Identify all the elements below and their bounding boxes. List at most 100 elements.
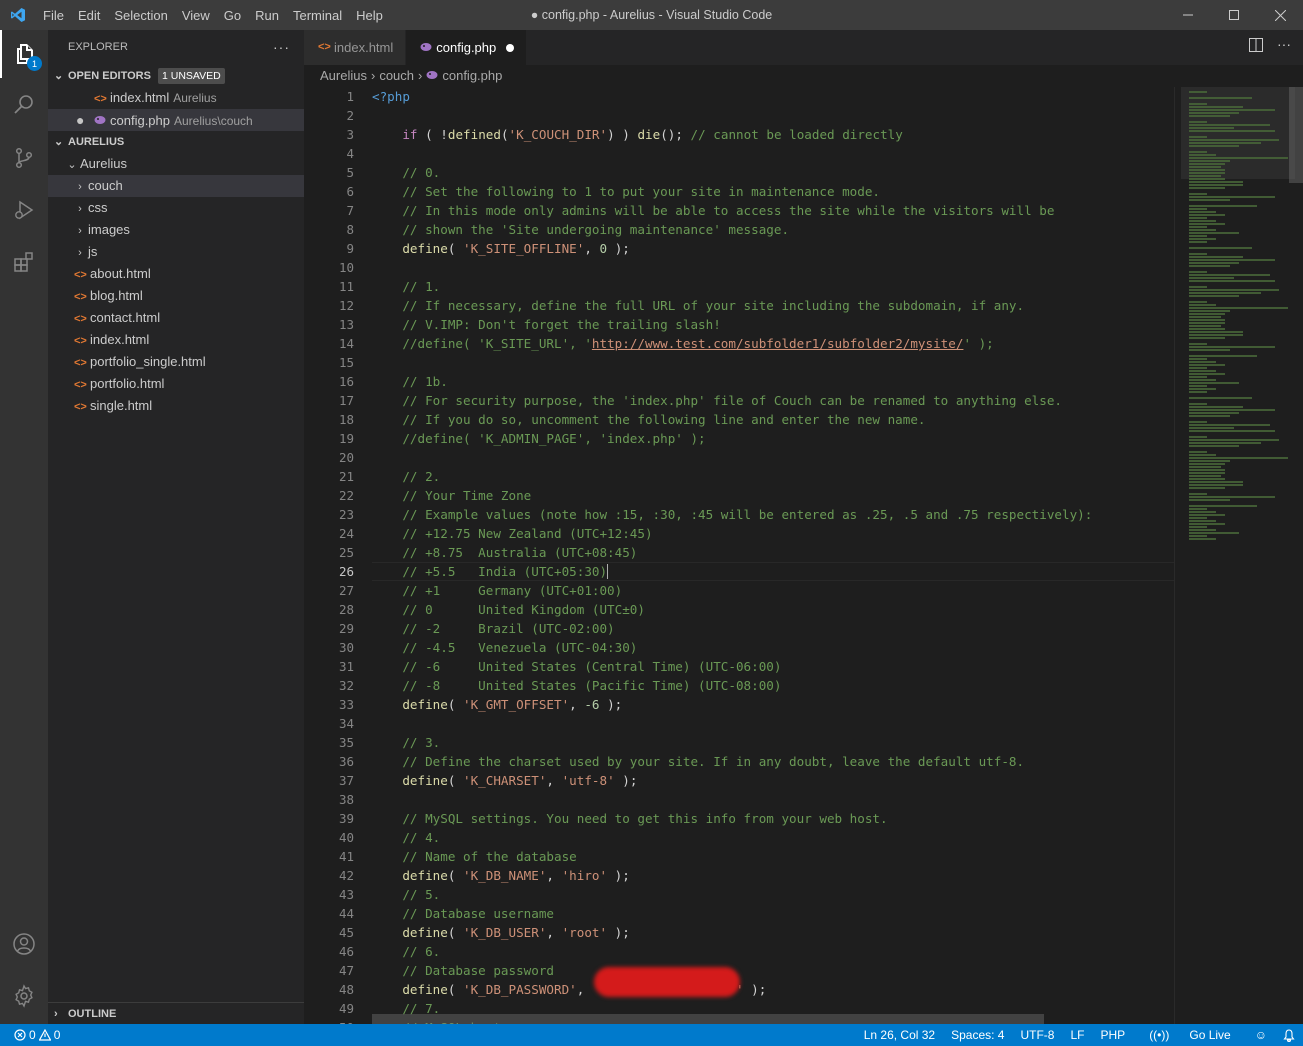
- line-number: 5: [346, 165, 354, 180]
- feedback-icon[interactable]: ☺: [1247, 1024, 1275, 1046]
- menu-go[interactable]: Go: [217, 8, 248, 23]
- line-number: 48: [338, 982, 354, 997]
- notifications-bell-icon[interactable]: [1275, 1024, 1303, 1046]
- html-file-icon: <>: [74, 269, 87, 281]
- run-debug-icon[interactable]: [0, 186, 48, 234]
- minimap-line: [1189, 475, 1221, 477]
- code-text[interactable]: <?php if ( !defined('K_COUCH_DIR') ) die…: [372, 87, 1172, 1024]
- encoding[interactable]: UTF-8: [1012, 1024, 1062, 1046]
- menu-run[interactable]: Run: [248, 8, 286, 23]
- more-actions-icon[interactable]: ···: [273, 30, 290, 65]
- warning-icon: [38, 1029, 51, 1041]
- more-actions-icon[interactable]: ···: [1277, 36, 1291, 52]
- breadcrumb-item[interactable]: Aurelius: [320, 68, 367, 83]
- minimap-line: [1189, 403, 1207, 405]
- tree-folder-js[interactable]: › js: [48, 241, 304, 263]
- tree-file[interactable]: <> blog.html: [48, 285, 304, 307]
- code-line: // 6.: [402, 944, 441, 959]
- vscode-logo-icon[interactable]: [0, 0, 36, 30]
- menu-view[interactable]: View: [175, 8, 217, 23]
- tree-folder-aurelius[interactable]: ⌄ Aurelius: [48, 153, 304, 175]
- split-editor-icon[interactable]: [1249, 38, 1263, 57]
- minimize-button[interactable]: [1165, 0, 1211, 30]
- source-control-icon[interactable]: [0, 134, 48, 182]
- minimap-line: [1189, 262, 1239, 264]
- minimap-line: [1189, 421, 1207, 423]
- open-editor-config-php[interactable]: ● config.php Aurelius\couch: [48, 109, 304, 131]
- settings-gear-icon[interactable]: [0, 972, 48, 1020]
- accounts-icon[interactable]: [0, 920, 48, 968]
- breadcrumb-item[interactable]: config.php: [442, 68, 502, 83]
- tree-file[interactable]: <> contact.html: [48, 307, 304, 329]
- extensions-icon[interactable]: [0, 238, 48, 286]
- code-line: [372, 714, 1172, 733]
- chevron-down-icon: ⌄: [54, 136, 64, 148]
- workspace-header[interactable]: ⌄ AURELIUS: [48, 131, 304, 153]
- tree-file[interactable]: <> about.html: [48, 263, 304, 285]
- tree-folder-css[interactable]: › css: [48, 197, 304, 219]
- unsaved-dot-icon[interactable]: [506, 43, 515, 52]
- code-line: // +12.75 New Zealand (UTC+12:45): [402, 526, 653, 541]
- menu-edit[interactable]: Edit: [71, 8, 107, 23]
- scrollbar-thumb[interactable]: [1289, 87, 1303, 183]
- code-line: // V.IMP: Don't forget the trailing slas…: [402, 317, 721, 332]
- error-count: 0: [29, 1028, 36, 1042]
- go-live-button[interactable]: ((•)) Go Live: [1133, 1024, 1247, 1046]
- html-file-icon: <>: [74, 357, 87, 369]
- explorer-icon[interactable]: 1: [0, 30, 48, 78]
- line-number: 18: [338, 412, 354, 427]
- maximize-button[interactable]: [1211, 0, 1257, 30]
- code-line: // -6 United States (Central Time) (UTC-…: [402, 659, 782, 674]
- minimap-line: [1189, 103, 1207, 105]
- tab-index-html[interactable]: <> index.html: [304, 30, 407, 65]
- open-editor-index-html[interactable]: <> index.html Aurelius: [48, 87, 304, 109]
- code-line: [372, 353, 1172, 372]
- code-line: // +1 Germany (UTC+01:00): [402, 583, 623, 598]
- minimap-line: [1189, 370, 1216, 372]
- outline-header[interactable]: › OUTLINE: [48, 1002, 304, 1024]
- minimap-line: [1189, 136, 1207, 138]
- open-editors-header[interactable]: ⌄ OPEN EDITORS 1 UNSAVED: [48, 65, 304, 87]
- vertical-scrollbar[interactable]: [1289, 87, 1303, 1024]
- language-mode[interactable]: PHP: [1093, 1024, 1134, 1046]
- minimap-line: [1189, 382, 1239, 384]
- tree-file[interactable]: <> single.html: [48, 395, 304, 417]
- minimap-line: [1189, 253, 1207, 255]
- code-editor[interactable]: 1 2 3 4 5 6 7 8 9 10 11 12 13 14 15 16 17 18 19 20 21 22 23 24 2…: [304, 87, 1174, 1024]
- menu-help[interactable]: Help: [349, 8, 390, 23]
- menu-file[interactable]: File: [36, 8, 71, 23]
- code-line: define( 'K_DB_NAME', 'hiro' );: [402, 868, 630, 883]
- minimap-line: [1189, 514, 1225, 516]
- problems-indicator[interactable]: 0 0: [0, 1024, 60, 1046]
- unsaved-dot-icon[interactable]: ●: [76, 109, 94, 131]
- minimap-line: [1189, 439, 1279, 441]
- cursor-position[interactable]: Ln 26, Col 32: [856, 1024, 943, 1046]
- end-of-line[interactable]: LF: [1062, 1024, 1092, 1046]
- close-button[interactable]: [1257, 0, 1303, 30]
- minimap-line: [1189, 469, 1225, 471]
- indentation[interactable]: Spaces: 4: [943, 1024, 1012, 1046]
- code-line: // -4.5 Venezuela (UTC-04:30): [402, 640, 638, 655]
- menu-selection[interactable]: Selection: [107, 8, 174, 23]
- tree-file[interactable]: <> index.html: [48, 329, 304, 351]
- tree-file[interactable]: <> portfolio.html: [48, 373, 304, 395]
- minimap[interactable]: [1174, 87, 1303, 1024]
- minimap-line: [1189, 286, 1207, 288]
- code-line: // -2 Brazil (UTC-02:00): [402, 621, 615, 636]
- search-icon[interactable]: [0, 80, 48, 128]
- minimap-line: [1189, 457, 1288, 459]
- horizontal-scrollbar[interactable]: [372, 1014, 1044, 1024]
- html-file-icon: <>: [74, 313, 87, 325]
- tree-folder-couch[interactable]: › couch: [48, 175, 304, 197]
- minimap-line: [1189, 436, 1207, 438]
- menu-terminal[interactable]: Terminal: [286, 8, 349, 23]
- tree-file[interactable]: <> portfolio_single.html: [48, 351, 304, 373]
- tab-config-php[interactable]: config.php: [406, 30, 528, 65]
- breadcrumb-item[interactable]: couch: [379, 68, 414, 83]
- minimap-line: [1189, 217, 1207, 219]
- tree-folder-images[interactable]: › images: [48, 219, 304, 241]
- minimap-line: [1189, 331, 1243, 333]
- window-controls: [1165, 0, 1303, 30]
- minimap-line: [1189, 529, 1216, 531]
- minimap-line: [1189, 430, 1275, 432]
